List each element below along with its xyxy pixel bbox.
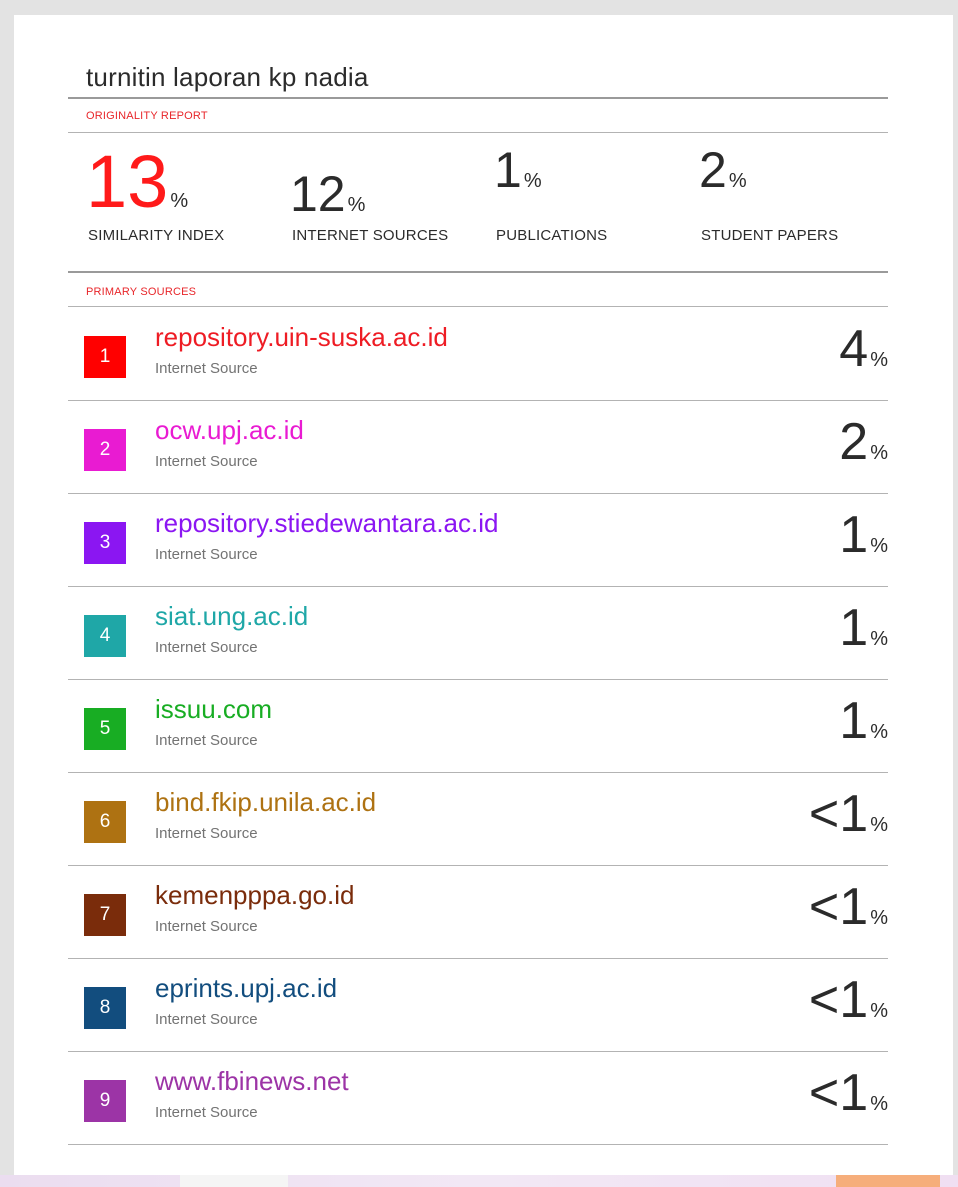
source-rank-badge: 9 (84, 1080, 126, 1122)
source-name: siat.ung.ac.id (155, 601, 309, 631)
source-rank-badge: 4 (84, 615, 126, 657)
source-type: Internet Source (155, 360, 258, 377)
source-row: 8 eprints.upj.ac.id Internet Source <1% (68, 958, 888, 1051)
publications-label: PUBLICATIONS (496, 227, 608, 244)
primary-sources-label: PRIMARY SOURCES (86, 286, 197, 298)
bottom-toolbar (0, 1175, 958, 1187)
source-percent: 1% (839, 599, 888, 657)
source-rank-badge: 5 (84, 708, 126, 750)
source-rank-badge: 1 (84, 336, 126, 378)
stats-divider (68, 271, 888, 273)
source-type: Internet Source (155, 1011, 258, 1028)
source-type: Internet Source (155, 1104, 258, 1121)
source-name: eprints.upj.ac.id (155, 973, 338, 1003)
source-row: 9 www.fbinews.net Internet Source <1% (68, 1051, 888, 1144)
student-papers-value: 2 (699, 142, 727, 198)
internet-sources-unit: % (347, 194, 366, 216)
document-title: turnitin laporan kp nadia (86, 62, 369, 92)
source-percent: 4% (839, 320, 888, 378)
internet-sources-label: INTERNET SOURCES (292, 227, 449, 244)
source-type: Internet Source (155, 825, 258, 842)
source-name: kemenpppa.go.id (155, 880, 355, 910)
source-percent: 1% (839, 692, 888, 750)
row-divider (68, 1144, 888, 1145)
source-rank-badge: 2 (84, 429, 126, 471)
source-row: 6 bind.fkip.unila.ac.id Internet Source … (68, 772, 888, 865)
source-type: Internet Source (155, 639, 258, 656)
source-percent: 1% (839, 506, 888, 564)
student-papers-stat: 2% STUDENT PAPERS (699, 142, 838, 244)
source-rank-badge: 8 (84, 987, 126, 1029)
source-percent: <1% (808, 1064, 888, 1122)
source-row: 2 ocw.upj.ac.id Internet Source 2% (68, 400, 888, 493)
similarity-index-stat: 13% SIMILARITY INDEX (86, 140, 224, 245)
internet-sources-stat: 12% INTERNET SOURCES (290, 145, 448, 244)
similarity-index-value: 13 (86, 140, 169, 223)
student-papers-label: STUDENT PAPERS (701, 227, 839, 244)
source-rank-badge: 6 (84, 801, 126, 843)
source-percent: <1% (808, 878, 888, 936)
source-type: Internet Source (155, 546, 258, 563)
source-name: www.fbinews.net (155, 1066, 349, 1096)
source-row: 1 repository.uin-suska.ac.id Internet So… (68, 307, 888, 400)
source-percent: <1% (808, 785, 888, 843)
source-name: repository.uin-suska.ac.id (155, 322, 448, 352)
publications-value: 1 (494, 142, 522, 198)
source-name: repository.stiedewantara.ac.id (155, 508, 499, 538)
title-divider (68, 97, 888, 99)
similarity-index-unit: % (170, 190, 189, 212)
source-name: bind.fkip.unila.ac.id (155, 787, 377, 817)
source-type: Internet Source (155, 918, 258, 935)
publications-stat: 1% PUBLICATIONS (494, 142, 607, 244)
source-rank-badge: 7 (84, 894, 126, 936)
internet-sources-value: 12 (290, 166, 346, 222)
source-name: issuu.com (155, 694, 273, 724)
source-type: Internet Source (155, 453, 258, 470)
student-papers-unit: % (728, 170, 747, 192)
publications-unit: % (523, 170, 542, 192)
source-row: 4 siat.ung.ac.id Internet Source 1% (68, 586, 888, 679)
toolbar-action-button[interactable] (836, 1175, 940, 1187)
source-percent: <1% (808, 971, 888, 1029)
report-page: turnitin laporan kp nadia ORIGINALITY RE… (14, 15, 953, 1175)
source-type: Internet Source (155, 732, 258, 749)
source-name: ocw.upj.ac.id (155, 415, 304, 445)
similarity-index-label: SIMILARITY INDEX (88, 227, 225, 244)
toolbar-segment (180, 1175, 288, 1187)
source-row: 3 repository.stiedewantara.ac.id Interne… (68, 493, 888, 586)
source-row: 7 kemenpppa.go.id Internet Source <1% (68, 865, 888, 958)
originality-divider (68, 132, 888, 133)
originality-report-label: ORIGINALITY REPORT (86, 110, 208, 122)
source-percent: 2% (839, 413, 888, 471)
source-rank-badge: 3 (84, 522, 126, 564)
source-row: 5 issuu.com Internet Source 1% (68, 679, 888, 772)
